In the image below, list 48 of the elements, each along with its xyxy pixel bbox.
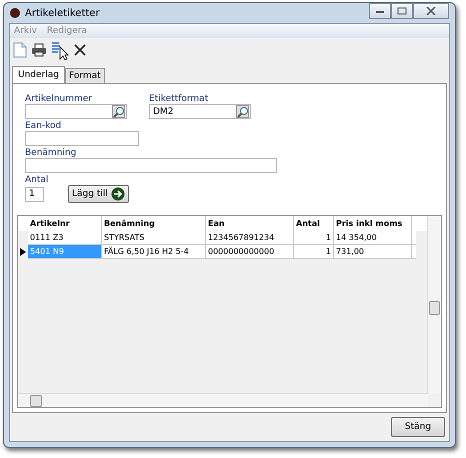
list-with-cursor-icon[interactable] [51, 40, 69, 60]
table-cell: FÄLG 6,50 J16 H2 5-4 [102, 245, 206, 259]
field-label: Artikelnummer [25, 94, 93, 104]
arrow-icon [110, 187, 125, 201]
maximize-icon [397, 7, 407, 15]
input-field[interactable] [25, 131, 139, 146]
search-icon[interactable] [236, 105, 249, 118]
input-field[interactable]: DM2 [149, 104, 251, 119]
search-icon[interactable] [112, 105, 125, 118]
column-header[interactable]: Benämning [102, 216, 206, 231]
field-value: 1 [29, 189, 35, 199]
close-icon [426, 7, 436, 15]
input-field[interactable] [25, 104, 127, 119]
minimize-icon [375, 8, 385, 14]
field-value: DM2 [153, 106, 174, 116]
field-label: Benämning [25, 148, 78, 158]
window-title: Artikeletiketter [25, 8, 101, 18]
table-cell: 0111 Z3 [28, 231, 102, 245]
table-cell: 1 [294, 245, 334, 259]
table-cell: 1234567891234 [206, 231, 294, 245]
horizontal-scrollbar[interactable] [18, 393, 428, 407]
table-cell: 1 [294, 231, 334, 245]
column-header[interactable]: Antal [294, 216, 334, 231]
window-close-button[interactable] [413, 3, 449, 19]
close-button[interactable]: Stäng [391, 417, 445, 437]
input-field[interactable] [25, 158, 277, 173]
column-header[interactable]: Pris inkl moms [334, 216, 412, 231]
table-cell: STYRSATS [102, 231, 206, 245]
field-label: Antal [25, 175, 50, 185]
tab[interactable]: Underlag [12, 66, 65, 83]
field-label: Etikettformat [149, 94, 210, 104]
app-icon [10, 8, 20, 18]
row-pointer-icon [20, 248, 26, 256]
maximize-button[interactable] [391, 3, 413, 19]
print-icon[interactable] [31, 43, 47, 57]
tab[interactable]: Format [64, 68, 105, 83]
minimize-button[interactable] [369, 3, 391, 19]
input-field[interactable]: 1 [25, 186, 44, 202]
table-cell: 5401 N9 [28, 245, 102, 259]
column-header[interactable]: Ean [206, 216, 294, 231]
table-cell: 731,00 [334, 245, 412, 259]
field-label: Ean-kod [25, 121, 62, 131]
vertical-scrollbar[interactable] [427, 216, 441, 393]
column-header[interactable]: Artikelnr [28, 216, 102, 231]
add-button[interactable]: Lägg till [68, 185, 129, 203]
table-cell: 14 354,00 [334, 231, 412, 245]
delete-icon[interactable] [73, 43, 87, 57]
table-cell: 0000000000000 [206, 245, 294, 259]
